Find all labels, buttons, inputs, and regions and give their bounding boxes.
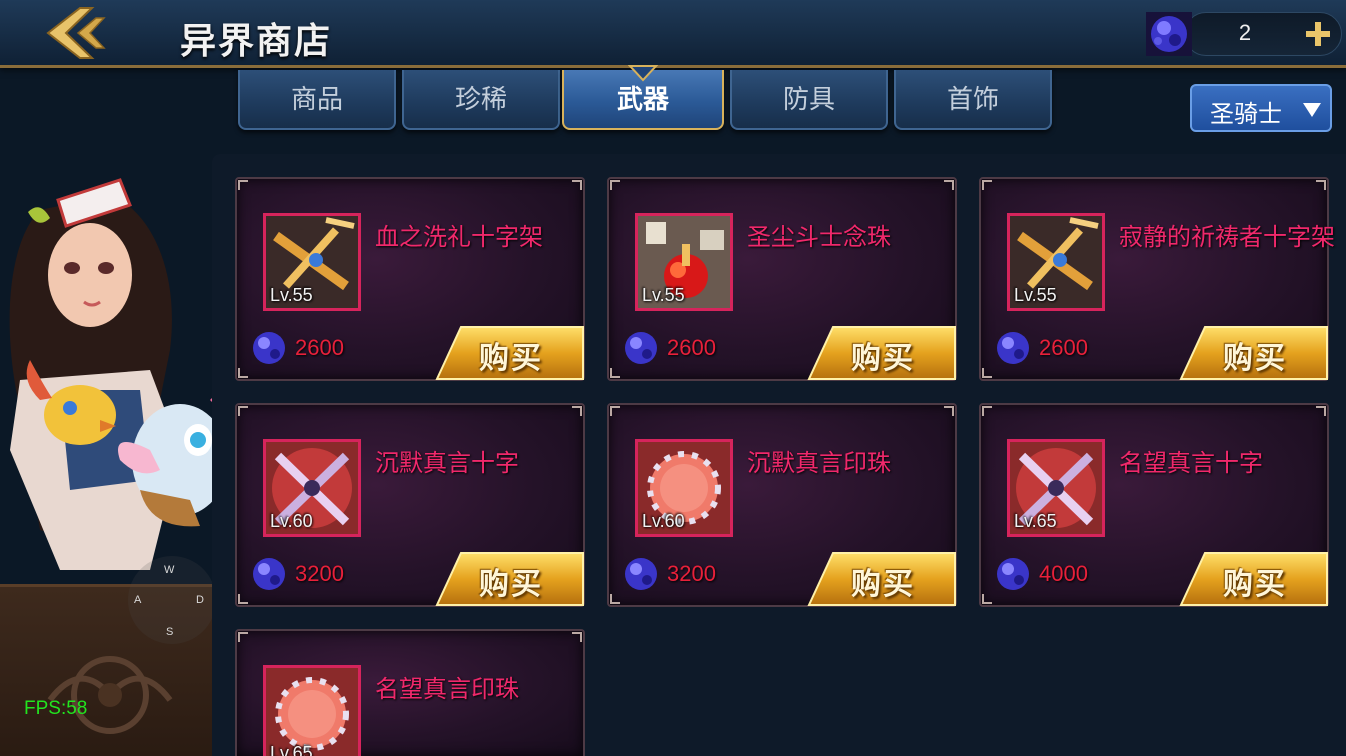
red-rosary-icon[interactable]: Lv.55 — [635, 213, 733, 311]
buy-label: 购买 — [1223, 567, 1287, 602]
shop-item-card: Lv.65 名望真言印珠 — [235, 629, 585, 756]
purple-gem-icon — [625, 558, 657, 590]
item-level: Lv.55 — [270, 285, 313, 305]
buy-button[interactable]: 购买 — [1179, 551, 1329, 607]
shop-item-card: Lv.55 圣尘斗士念珠 2600 购买 — [607, 177, 957, 381]
purple-gem-icon — [625, 332, 657, 364]
item-level: Lv.65 — [1014, 511, 1057, 531]
tab-rare[interactable]: 珍稀 — [402, 70, 560, 130]
fps-counter: FPS:58 — [24, 698, 88, 719]
top-bar: 异界商店 2 — [0, 0, 1346, 68]
item-level: Lv.60 — [270, 511, 313, 531]
item-name: 圣尘斗士念珠 — [747, 223, 891, 251]
item-name: 血之洗礼十字架 — [375, 223, 543, 251]
buy-label: 购买 — [479, 341, 543, 376]
class-filter-value: 圣骑士 — [1210, 100, 1282, 128]
currency-value: 2 — [1238, 20, 1252, 45]
back-arrow-icon[interactable] — [40, 4, 112, 62]
item-name: 沉默真言十字 — [375, 449, 519, 477]
purple-gem-icon — [1144, 10, 1194, 58]
tab-armor[interactable]: 防具 — [730, 70, 888, 130]
shop-item-card: Lv.60 沉默真言十字 3200 购买 — [235, 403, 585, 607]
purple-gem-icon — [253, 558, 285, 590]
key-s[interactable]: S — [166, 626, 173, 638]
item-level: Lv.55 — [1014, 285, 1057, 305]
tab-weapons[interactable]: 武器 — [562, 65, 724, 130]
item-name: 名望真言十字 — [1119, 449, 1263, 477]
purple-gem-icon — [997, 332, 1029, 364]
tab-label: 武器 — [616, 85, 669, 115]
character-illustration — [9, 178, 240, 570]
key-a[interactable]: A — [134, 594, 141, 606]
shop-item-card: Lv.55 寂静的祈祷者十字架 2600 购买 — [979, 177, 1335, 381]
item-price: 2600 — [295, 335, 344, 360]
golden-cross-icon[interactable]: Lv.55 — [263, 213, 361, 311]
tab-label: 首饰 — [946, 85, 999, 115]
item-name: 名望真言印珠 — [375, 675, 519, 703]
currency-counter: 2 — [1144, 10, 1344, 58]
shop-item-card: Lv.55 血之洗礼十字架 2600 购买 — [235, 177, 585, 381]
item-level: Lv.55 — [642, 285, 685, 305]
buy-button[interactable]: 购买 — [807, 551, 957, 607]
item-price: 3200 — [295, 561, 344, 586]
buy-label: 购买 — [479, 567, 543, 602]
key-w[interactable]: W — [164, 564, 174, 576]
item-price: 3200 — [667, 561, 716, 586]
crystal-cross-icon[interactable]: Lv.65 — [1007, 439, 1105, 537]
item-level: Lv.60 — [642, 511, 685, 531]
tab-label: 商品 — [290, 85, 343, 115]
tab-indicator-icon — [628, 65, 658, 82]
shop-item-card: Lv.60 沉默真言印珠 3200 购买 — [607, 403, 957, 607]
purple-gem-icon — [997, 558, 1029, 590]
item-price: 4000 — [1039, 561, 1088, 586]
golden-cross-icon[interactable]: Lv.55 — [1007, 213, 1105, 311]
crystal-cross-icon[interactable]: Lv.60 — [263, 439, 361, 537]
chevron-down-icon — [1303, 103, 1321, 117]
spiked-bead-icon[interactable]: Lv.60 — [635, 439, 733, 537]
buy-button[interactable]: 购买 — [435, 551, 585, 607]
tab-label: 防具 — [782, 85, 835, 115]
class-filter-dropdown[interactable]: 圣骑士 — [1190, 84, 1332, 132]
buy-label: 购买 — [851, 341, 915, 376]
tab-accessories[interactable]: 首饰 — [894, 70, 1052, 130]
add-currency-button[interactable] — [1302, 18, 1334, 50]
key-d[interactable]: D — [196, 594, 204, 606]
buy-label: 购买 — [1223, 341, 1287, 376]
item-name: 寂静的祈祷者十字架 — [1119, 223, 1335, 251]
item-level: Lv.65 — [270, 743, 313, 756]
item-price: 2600 — [667, 335, 716, 360]
item-name: 沉默真言印珠 — [747, 449, 891, 477]
buy-button[interactable]: 购买 — [1179, 325, 1329, 381]
purple-gem-icon — [253, 332, 285, 364]
spiked-bead-icon[interactable]: Lv.65 — [263, 665, 361, 756]
shop-item-card: Lv.65 名望真言十字 4000 购买 — [979, 403, 1329, 607]
tab-label: 珍稀 — [454, 85, 507, 115]
tab-goods[interactable]: 商品 — [238, 70, 396, 130]
ornament-emblem-icon — [47, 656, 173, 734]
buy-label: 购买 — [851, 567, 915, 602]
plus-icon — [1306, 22, 1330, 46]
item-price: 2600 — [1039, 335, 1088, 360]
buy-button[interactable]: 购买 — [435, 325, 585, 381]
buy-button[interactable]: 购买 — [807, 325, 957, 381]
page-title: 异界商店 — [180, 21, 333, 62]
